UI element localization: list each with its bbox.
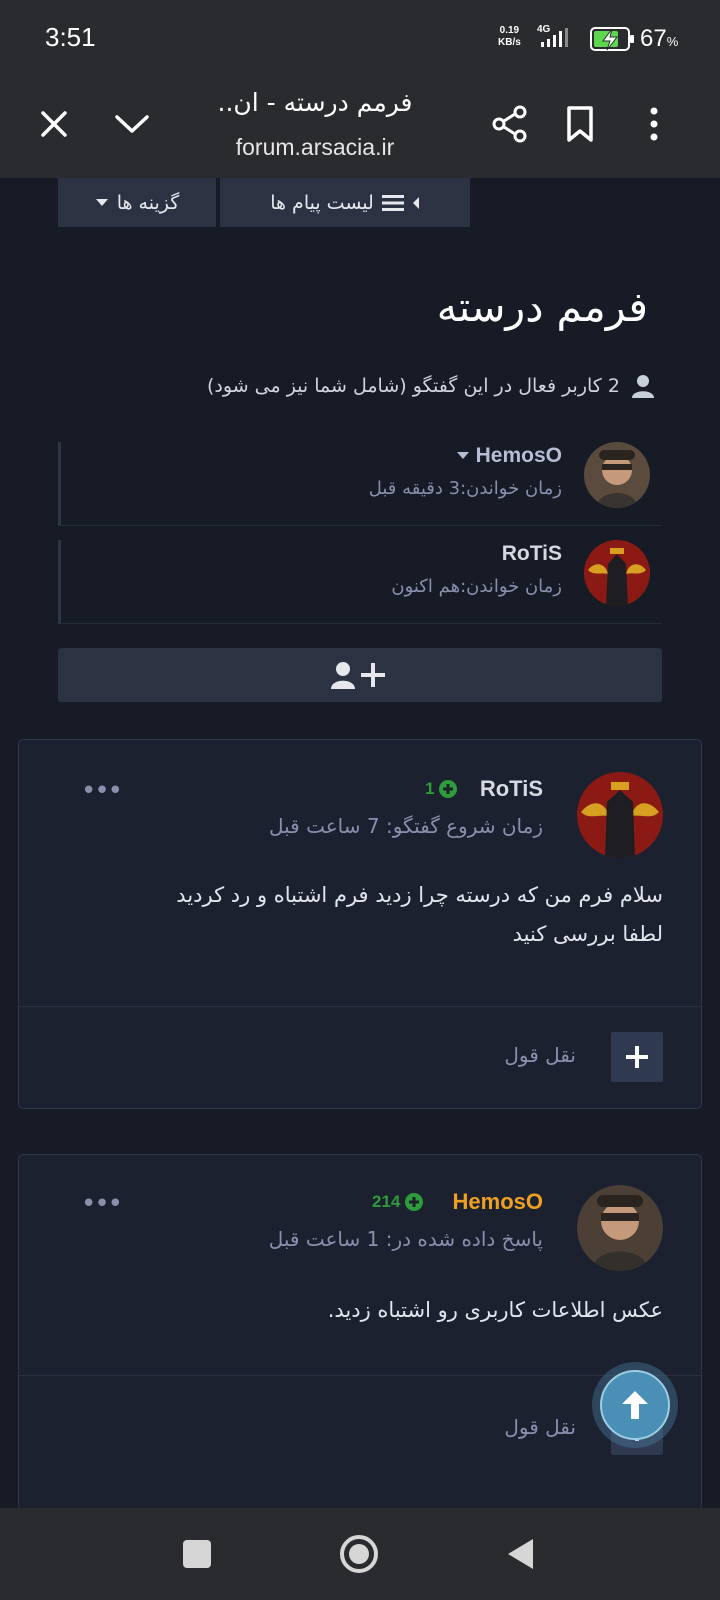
post-author[interactable]: RoTiS [480, 776, 543, 802]
reader-name[interactable]: HemosO [456, 444, 562, 468]
message-list-label: لیست پیام ها [270, 191, 374, 214]
reputation-score: 214 [372, 1192, 424, 1212]
chevron-down-icon [115, 115, 149, 133]
more-vert-icon [650, 107, 658, 141]
status-bar: 3:51 0.19 KB/s 4G 67% [0, 0, 720, 78]
plus-circle-icon [405, 1193, 424, 1211]
system-nav-bar [0, 1508, 720, 1600]
options-button[interactable]: گزینه ها [58, 178, 216, 227]
status-time: 3:51 [45, 22, 96, 52]
post-more-button[interactable]: ••• [81, 776, 123, 806]
options-label: گزینه ها [116, 191, 180, 214]
avatar[interactable] [584, 540, 650, 606]
avatar[interactable] [577, 772, 663, 858]
reputation-score: 1 [425, 779, 458, 799]
viewers-text: 2 کاربر فعال در این گفتگو (شامل شما نیز … [207, 375, 620, 397]
active-viewers: 2 کاربر فعال در این گفتگو (شامل شما نیز … [207, 374, 654, 398]
caret-down-icon [456, 452, 469, 459]
thread-title: فرمم درسته [436, 283, 648, 331]
network-speed: 0.19 KB/s [498, 25, 521, 48]
page-content: گزینه ها لیست پیام ها فرمم درسته 2 کاربر… [0, 178, 720, 1508]
collapse-button[interactable] [108, 100, 156, 148]
avatar[interactable] [577, 1185, 663, 1271]
post-body: سلام فرم من که درسته چرا زدید فرم اشتباه… [176, 883, 663, 946]
share-button[interactable] [486, 100, 534, 148]
plus-circle-icon [439, 780, 458, 798]
reader-item: RoTiS زمان خواندن:هم اکنون [58, 540, 662, 624]
page-url[interactable]: forum.arsacia.ir [200, 134, 430, 161]
caret-left-icon [412, 196, 419, 209]
read-time: زمان خواندن:هم اکنون [391, 576, 562, 597]
post-card: RoTiS 1 زمان شروع گفتگو: 7 ساعت قبل ••• … [18, 739, 702, 1109]
home-circle-icon [340, 1535, 378, 1573]
close-icon [41, 111, 67, 137]
plus-icon [626, 1046, 648, 1068]
browser-toolbar: فرمم درسته - ان.. forum.arsacia.ir [0, 78, 720, 178]
caret-down-icon [95, 198, 108, 206]
recents-button[interactable] [171, 1528, 223, 1580]
battery-percent: 67% [640, 25, 679, 52]
reader-name[interactable]: RoTiS [502, 542, 562, 566]
more-button[interactable] [630, 100, 678, 148]
back-triangle-icon [508, 1539, 533, 1569]
arrow-up-icon [622, 1391, 648, 1419]
quote-link[interactable]: نقل قول [504, 1415, 576, 1439]
post-body: عکس اطلاعات کاربری رو اشتباه زدید. [327, 1298, 663, 1322]
message-list-button[interactable]: لیست پیام ها [220, 178, 470, 227]
close-button[interactable] [30, 100, 78, 148]
home-button[interactable] [333, 1528, 385, 1580]
user-icon [632, 375, 654, 398]
list-icon [381, 194, 404, 211]
post-card: HemosO 214 پاسخ داده شده در: 1 ساعت قبل … [18, 1154, 702, 1508]
bookmark-icon [567, 106, 593, 142]
reader-item: HemosO زمان خواندن:3 دقیقه قبل [58, 442, 662, 526]
square-icon [183, 1540, 211, 1568]
battery-icon [590, 27, 634, 51]
post-author[interactable]: HemosO [453, 1189, 543, 1215]
post-time: پاسخ داده شده در: 1 ساعت قبل [268, 1227, 543, 1251]
read-time: زمان خواندن:3 دقیقه قبل [368, 478, 562, 499]
post-time: زمان شروع گفتگو: 7 ساعت قبل [268, 814, 543, 838]
divider [19, 1375, 701, 1376]
user-plus-icon [331, 662, 385, 689]
page-title: فرمم درسته - ان.. [217, 88, 413, 117]
quote-link[interactable]: نقل قول [504, 1043, 576, 1067]
signal-icon [541, 28, 568, 47]
scroll-top-button[interactable] [592, 1362, 678, 1448]
post-more-button[interactable]: ••• [81, 1189, 123, 1219]
share-icon [492, 105, 527, 143]
divider [19, 1006, 701, 1007]
multi-quote-button[interactable] [611, 1032, 663, 1082]
invite-user-button[interactable] [58, 648, 662, 702]
bookmark-button[interactable] [556, 100, 604, 148]
back-button[interactable] [495, 1528, 547, 1580]
avatar[interactable] [584, 442, 650, 508]
